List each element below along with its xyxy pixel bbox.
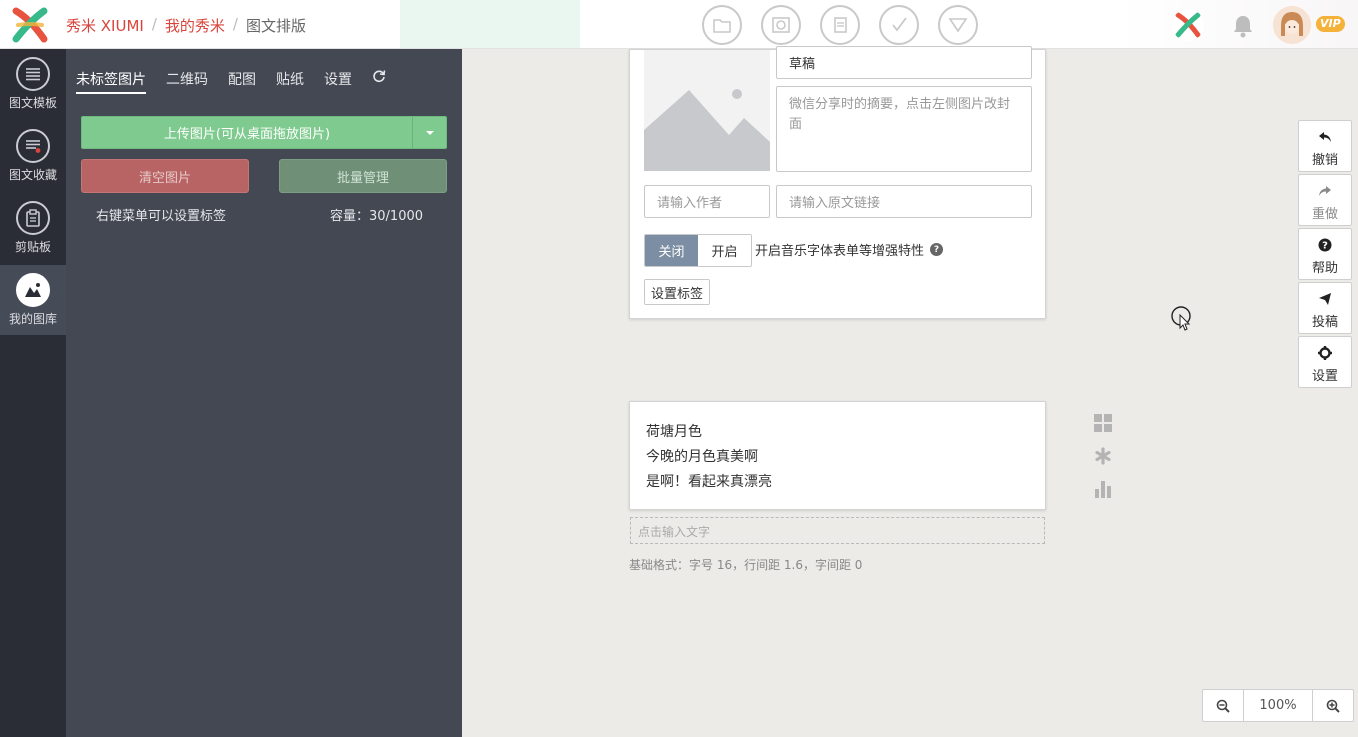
redo-icon xyxy=(1299,183,1351,199)
content-block[interactable]: 荷塘月色 今晚的月色真美啊 是啊！看起来真漂亮 xyxy=(629,401,1046,510)
upload-image-label[interactable]: 上传图片(可从桌面拖放图片) xyxy=(82,117,413,148)
title-input[interactable]: 草稿 xyxy=(776,46,1032,79)
layout-grid-icon[interactable] xyxy=(1092,412,1114,434)
summary-textarea[interactable]: 微信分享时的摘要，点击左侧图片改封面 xyxy=(776,86,1032,172)
undo-label: 撤销 xyxy=(1311,153,1338,168)
source-link-input[interactable]: 请输入原文链接 xyxy=(776,185,1032,218)
bar-chart-icon[interactable] xyxy=(1092,478,1114,500)
mouse-cursor-icon xyxy=(1171,306,1191,331)
tab-qrcode[interactable]: 二维码 xyxy=(166,69,208,94)
enhance-toggle: 关闭 开启 xyxy=(644,234,752,267)
nav-item-gallery[interactable]: 我的图库 xyxy=(0,265,66,335)
author-input[interactable]: 请输入作者 xyxy=(644,185,770,218)
breadcrumb: 秀米 XIUMI / 我的秀米 / 图文排版 xyxy=(66,15,306,36)
content-line: 今晚的月色真美啊 xyxy=(646,449,758,465)
nav-item-label: 图文收藏 xyxy=(8,168,57,182)
tab-untagged-images[interactable]: 未标签图片 xyxy=(76,69,146,94)
submit-button[interactable]: 投稿 xyxy=(1298,282,1352,334)
tab-illustrations[interactable]: 配图 xyxy=(228,69,256,94)
content-line: 荷塘月色 xyxy=(646,424,702,440)
article-meta-card: 草稿 微信分享时的摘要，点击左侧图片改封面 请输入作者 请输入原文链接 关闭 开… xyxy=(629,46,1046,319)
zoom-level: 100% xyxy=(1243,690,1313,721)
copy-icon[interactable] xyxy=(820,5,860,45)
enhance-text: 开启音乐字体表单等增强特性 xyxy=(755,244,925,259)
image-stack-icon[interactable] xyxy=(761,5,801,45)
breadcrumb-brand[interactable]: 秀米 XIUMI xyxy=(66,15,144,36)
nav-item-label: 图文模板 xyxy=(8,96,57,110)
zoom-out-button[interactable] xyxy=(1203,690,1243,721)
svg-text:?: ? xyxy=(1322,241,1328,252)
breadcrumb-separator: / xyxy=(151,15,157,33)
nav-item-label: 剪贴板 xyxy=(14,240,51,254)
tag-hint-text: 右键菜单可以设置标签 xyxy=(96,209,227,224)
upload-image-button[interactable]: 上传图片(可从桌面拖放图片) xyxy=(81,116,447,149)
favorite-list-icon xyxy=(16,129,50,163)
zoom-control: 100% xyxy=(1202,689,1354,722)
clipboard-icon xyxy=(16,201,50,235)
zoom-in-icon xyxy=(1326,699,1340,713)
undo-button[interactable]: 撤销 xyxy=(1298,120,1352,172)
image-placeholder-icon xyxy=(644,50,770,171)
breadcrumb-current: 图文排版 xyxy=(245,17,306,35)
question-icon[interactable]: ? xyxy=(930,243,944,256)
top-bar-decoration xyxy=(400,0,580,48)
nav-item-templates[interactable]: 图文模板 xyxy=(0,49,66,119)
gallery-icon xyxy=(16,273,50,307)
undo-icon xyxy=(1299,129,1351,145)
base-format-info: 基础格式：字号 16，行间距 1.6，字间距 0 xyxy=(629,558,863,572)
top-bar: 秀米 XIUMI / 我的秀米 / 图文排版 VIP xyxy=(0,0,1358,49)
settings-label: 设置 xyxy=(1311,369,1338,384)
block-side-tools xyxy=(1092,412,1114,511)
xiumi-mini-logo-icon[interactable] xyxy=(1172,9,1204,41)
content-line: 是啊！看起来真漂亮 xyxy=(646,474,772,490)
help-button[interactable]: ? 帮助 xyxy=(1298,228,1352,280)
toggle-off-button[interactable]: 关闭 xyxy=(645,235,698,266)
left-nav: 图文模板 图文收藏 剪贴板 我的图库 xyxy=(0,49,66,737)
gallery-tabs: 未标签图片 二维码 配图 贴纸 设置 xyxy=(76,69,352,94)
tab-settings[interactable]: 设置 xyxy=(324,69,352,94)
set-tag-button[interactable]: 设置标签 xyxy=(644,279,711,305)
help-label: 帮助 xyxy=(1311,261,1338,276)
submit-label: 投稿 xyxy=(1311,315,1338,330)
help-icon: ? xyxy=(1299,237,1351,253)
avatar[interactable] xyxy=(1273,6,1311,44)
redo-button[interactable]: 重做 xyxy=(1298,174,1352,226)
tab-stickers[interactable]: 贴纸 xyxy=(276,69,304,94)
vip-badge: VIP xyxy=(1316,16,1345,32)
nav-item-favorites[interactable]: 图文收藏 xyxy=(0,121,66,191)
batch-manage-button[interactable]: 批量管理 xyxy=(279,159,447,193)
gallery-panel: 未标签图片 二维码 配图 贴纸 设置 上传图片(可从桌面拖放图片) 清空图片 批… xyxy=(66,49,462,737)
nav-item-label: 我的图库 xyxy=(8,312,57,326)
asterisk-icon[interactable] xyxy=(1092,445,1114,467)
upload-dropdown-toggle[interactable] xyxy=(413,117,446,148)
enhance-feature-label: 开启音乐字体表单等增强特性 ? xyxy=(755,240,944,259)
nav-item-clipboard[interactable]: 剪贴板 xyxy=(0,193,66,263)
bell-icon[interactable] xyxy=(1230,13,1256,39)
check-icon[interactable] xyxy=(879,5,919,45)
triangle-down-icon[interactable] xyxy=(938,5,978,45)
list-icon xyxy=(16,57,50,91)
send-icon xyxy=(1299,291,1351,307)
cover-image-placeholder[interactable] xyxy=(644,50,770,171)
refresh-icon[interactable] xyxy=(372,69,386,83)
breadcrumb-my-xiumi[interactable]: 我的秀米 xyxy=(165,15,225,36)
breadcrumb-separator: / xyxy=(232,15,238,33)
zoom-in-button[interactable] xyxy=(1313,690,1353,721)
capacity-text: 容量：30/1000 xyxy=(330,209,424,224)
settings-button[interactable]: 设置 xyxy=(1298,336,1352,388)
gear-icon xyxy=(1299,345,1351,361)
xiumi-logo-icon[interactable] xyxy=(10,5,50,45)
folder-icon[interactable] xyxy=(702,5,742,45)
top-toolbar xyxy=(702,5,978,45)
text-input-placeholder[interactable]: 点击输入文字 xyxy=(630,517,1045,544)
redo-label: 重做 xyxy=(1311,207,1338,222)
caret-down-icon xyxy=(425,130,434,135)
clear-images-button[interactable]: 清空图片 xyxy=(81,159,249,193)
zoom-out-icon xyxy=(1216,699,1230,713)
toggle-on-button[interactable]: 开启 xyxy=(698,235,751,266)
